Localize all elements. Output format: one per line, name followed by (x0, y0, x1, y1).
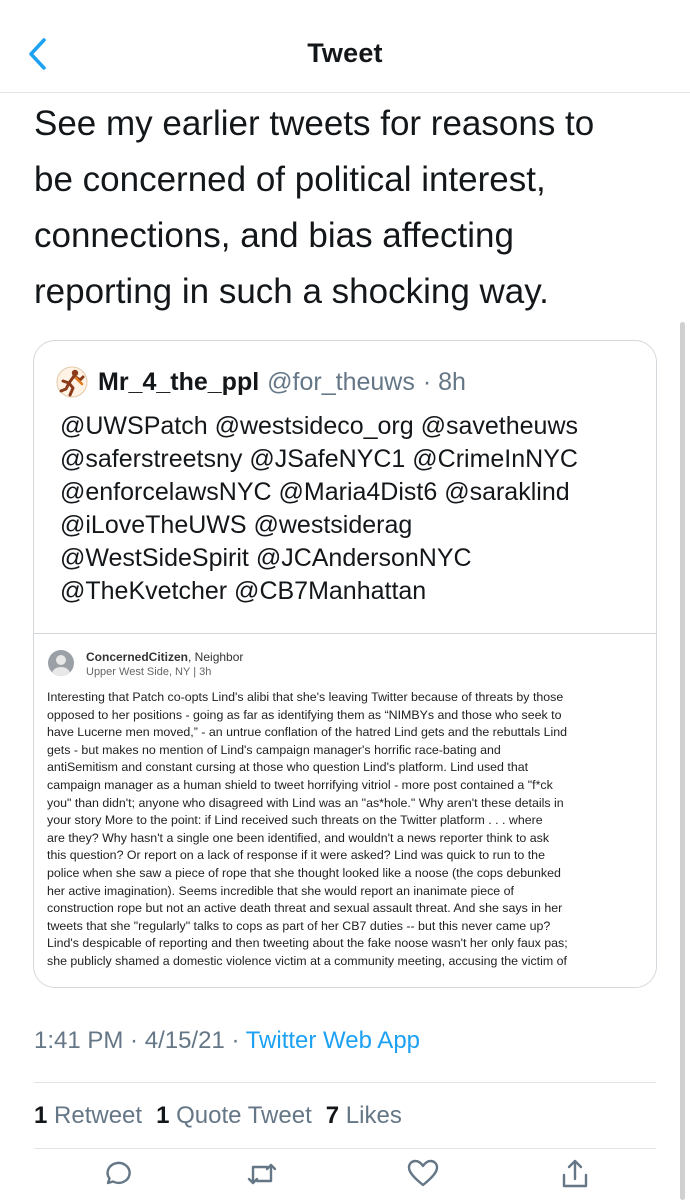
engagement-stats: 1 Retweet 1 Quote Tweet 7 Likes (34, 1102, 402, 1130)
running-figure-avatar-icon[interactable] (56, 366, 88, 398)
divider (34, 1082, 656, 1083)
comment-line: opposed to her positions - going as far … (47, 707, 562, 722)
tweet-text-line: connections, and bias affecting (34, 216, 514, 255)
comment-author-role: , Neighbor (188, 650, 244, 664)
quoted-tweet-card[interactable]: Mr_4_the_ppl @for_theuws · 8h @UWSPatch … (33, 340, 657, 988)
quoted-tweet-time: · 8h (422, 367, 466, 396)
tweet-source-link[interactable]: Twitter Web App (246, 1027, 420, 1054)
comment-line: are they? Why hasn't a single one been i… (47, 830, 550, 845)
quoted-text-line: @UWSPatch @westsideco_org @savetheuws (60, 412, 579, 440)
page-title: Tweet (307, 38, 383, 68)
comment-line: this question? Or report on a lack of re… (47, 848, 545, 863)
comment-line: antiSemitism and constant cursing at tho… (47, 760, 529, 775)
meta-separator: · (224, 1027, 246, 1054)
comment-line: police when she saw a piece of rope that… (47, 865, 561, 880)
likes-count: 7 (325, 1102, 340, 1129)
retweets-label: Retweet (54, 1102, 143, 1129)
share-icon[interactable] (558, 1157, 592, 1191)
heart-icon[interactable] (406, 1157, 440, 1191)
reply-icon[interactable] (99, 1157, 133, 1191)
quoted-tweet-text: @UWSPatch @westsideco_org @savetheuws @s… (60, 410, 650, 608)
quote-tweets-stat[interactable]: 1 Quote Tweet (156, 1102, 312, 1129)
meta-separator: · (123, 1027, 145, 1054)
quoted-text-line: @TheKvetcher @CB7Manhattan (60, 577, 427, 605)
top-bar: Tweet (0, 0, 690, 93)
retweet-icon[interactable] (245, 1157, 279, 1191)
quote-tweets-label: Quote Tweet (176, 1102, 312, 1129)
likes-stat[interactable]: 7 Likes (326, 1102, 402, 1129)
tweet-text-line: See my earlier tweets for reasons to (34, 104, 595, 143)
comment-location: Upper West Side, NY | 3h (86, 666, 212, 678)
comment-line: construction rope but not an active deat… (47, 901, 563, 916)
attached-image-comment-screenshot[interactable]: ConcernedCitizen, Neighbor Upper West Si… (34, 633, 656, 987)
likes-label: Likes (345, 1102, 402, 1129)
divider (34, 1148, 656, 1149)
tweet-metadata: 1:41 PM · 4/15/21 · Twitter Web App (34, 1027, 420, 1055)
quoted-author-name[interactable]: Mr_4_the_ppl (98, 368, 259, 397)
comment-line: you" than didn't; anyone who disagreed w… (47, 795, 564, 810)
retweets-count: 1 (34, 1102, 48, 1129)
quoted-text-line: @enforcelawsNYC @Maria4Dist6 @saraklind (60, 478, 570, 506)
quoted-text-line: @saferstreetsny @JSafeNYC1 @CrimeInNYC (60, 445, 578, 473)
comment-line: she publicly shamed a domestic violence … (47, 953, 567, 968)
comment-author: ConcernedCitizen, Neighbor (86, 650, 243, 664)
quoted-author-handle[interactable]: @for_theuws (267, 368, 415, 397)
tweet-date: 4/15/21 (144, 1027, 225, 1054)
quoted-tweet-header: Mr_4_the_ppl @for_theuws · 8h (56, 365, 466, 399)
comment-line: her active imagination). Seems incredibl… (47, 883, 514, 898)
comment-author-name: ConcernedCitizen (86, 650, 189, 664)
tweet-time: 1:41 PM (34, 1027, 124, 1054)
comment-line: campaign manager as a human shield to tw… (47, 777, 553, 792)
comment-line: Interesting that Patch co-opts Lind's al… (47, 690, 564, 704)
quoted-text-line: @WestSideSpirit @JCAndersonNYC (60, 544, 472, 572)
tweet-text-line: reporting in such a shocking way. (34, 272, 549, 311)
comment-line: your story More to the point: if Lind re… (47, 813, 543, 828)
comment-line: tweets that she "regularly" talks to cop… (47, 918, 551, 933)
comment-line: gets - but makes no mention of Lind's ca… (47, 742, 501, 757)
scrollbar[interactable] (680, 322, 685, 1200)
tweet-text: See my earlier tweets for reasons to be … (34, 96, 664, 320)
comment-body: Interesting that Patch co-opts Lind's al… (47, 689, 647, 971)
retweets-stat[interactable]: 1 Retweet (34, 1102, 142, 1129)
default-user-avatar-icon (48, 650, 74, 676)
comment-line: Lind's despicable of reporting and then … (47, 936, 568, 951)
action-bar (0, 1155, 690, 1195)
quote-tweets-count: 1 (156, 1102, 170, 1129)
quoted-text-line: @iLoveTheUWS @westsiderag (60, 511, 413, 539)
comment-line: have Lucerne men moved,” - an untrue con… (47, 725, 568, 740)
tweet-text-line: be concerned of political interest, (34, 160, 546, 199)
